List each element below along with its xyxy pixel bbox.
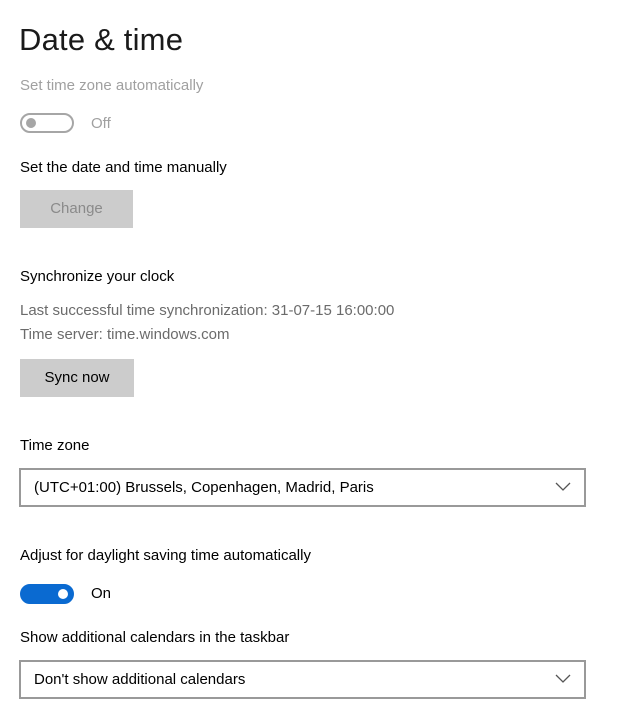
auto-timezone-state: Off xyxy=(91,115,111,132)
time-zone-label: Time zone xyxy=(20,437,90,454)
calendars-dropdown[interactable]: Don't show additional calendars xyxy=(19,660,586,699)
page-title: Date & time xyxy=(19,22,184,57)
auto-timezone-label: Set time zone automatically xyxy=(20,77,204,94)
time-zone-dropdown[interactable]: (UTC+01:00) Brussels, Copenhagen, Madrid… xyxy=(19,468,586,507)
toggle-knob xyxy=(26,118,36,128)
auto-timezone-toggle[interactable] xyxy=(20,113,74,133)
manual-datetime-label: Set the date and time manually xyxy=(20,159,227,176)
calendars-label: Show additional calendars in the taskbar xyxy=(20,629,290,646)
time-zone-value: (UTC+01:00) Brussels, Copenhagen, Madrid… xyxy=(34,479,374,496)
dst-toggle[interactable] xyxy=(20,584,74,604)
toggle-knob xyxy=(58,589,68,599)
chevron-down-icon xyxy=(555,674,571,683)
dst-label: Adjust for daylight saving time automati… xyxy=(20,547,311,564)
change-button[interactable]: Change xyxy=(20,190,133,228)
dst-state: On xyxy=(91,585,112,602)
chevron-down-icon xyxy=(555,482,571,491)
calendars-value: Don't show additional calendars xyxy=(34,671,246,688)
time-server-text: Time server: time.windows.com xyxy=(20,326,230,343)
last-sync-text: Last successful time synchronization: 31… xyxy=(20,302,395,319)
sync-now-button[interactable]: Sync now xyxy=(20,359,134,397)
sync-heading: Synchronize your clock xyxy=(20,268,175,285)
